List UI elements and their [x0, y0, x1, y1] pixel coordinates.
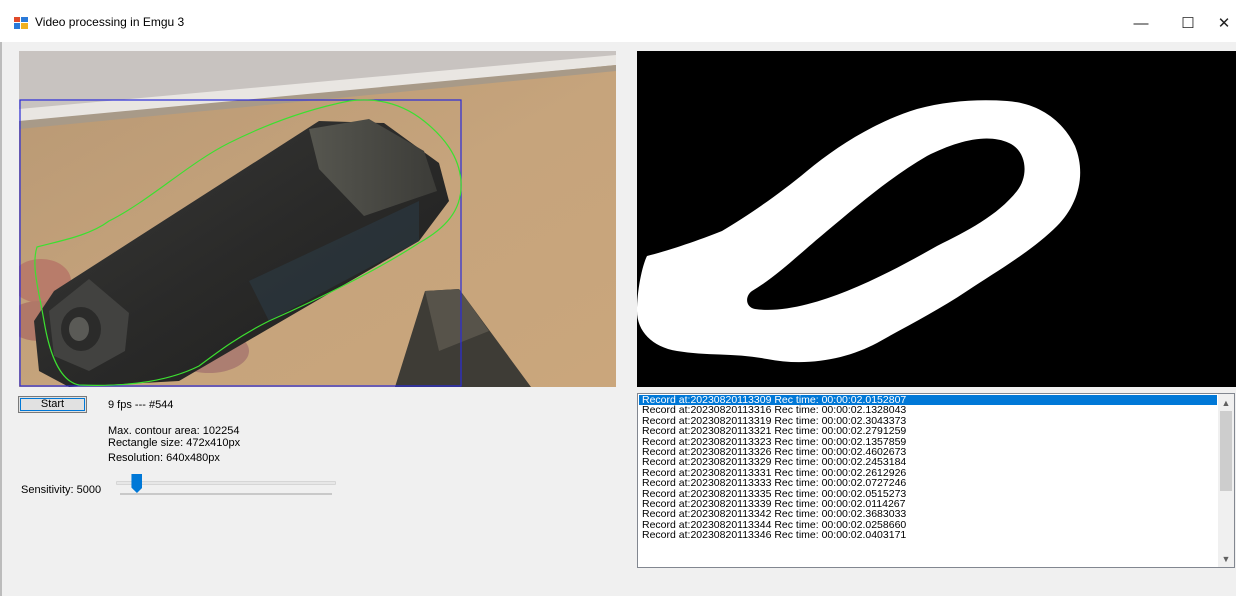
records-list: Record at:20230820113309 Rec time: 00:00… — [639, 395, 1217, 540]
maximize-button[interactable]: ☐ — [1165, 8, 1211, 38]
sensitivity-slider[interactable] — [113, 473, 339, 501]
list-item[interactable]: Record at:20230820113331 Rec time: 00:00… — [639, 468, 1217, 478]
fps-label: 9 fps --- #544 — [108, 399, 174, 411]
list-item[interactable]: Record at:20230820113323 Rec time: 00:00… — [639, 437, 1217, 447]
scrollbar-thumb[interactable] — [1220, 411, 1232, 491]
start-button[interactable]: Start — [18, 396, 87, 413]
slider-thumb[interactable] — [131, 474, 143, 493]
rectangle-size-label: Rectangle size: 472x410px — [108, 437, 241, 449]
list-item[interactable]: Record at:20230820113342 Rec time: 00:00… — [639, 509, 1217, 519]
slider-track — [116, 481, 336, 485]
list-item[interactable]: Record at:20230820113316 Rec time: 00:00… — [639, 405, 1217, 415]
scroll-up-arrow-icon[interactable]: ▲ — [1218, 394, 1234, 411]
close-icon: ✕ — [1217, 15, 1231, 32]
resolution-label: Resolution: 640x480px — [108, 452, 220, 464]
app-window-icon — [14, 17, 28, 29]
records-listbox[interactable]: Record at:20230820113309 Rec time: 00:00… — [637, 393, 1235, 568]
window-left-border — [0, 42, 2, 596]
records-scrollbar[interactable]: ▲ ▼ — [1218, 394, 1234, 567]
close-button[interactable]: ✕ — [1212, 8, 1236, 38]
list-item[interactable]: Record at:20230820113346 Rec time: 00:00… — [639, 530, 1217, 540]
slider-tick-bar — [120, 493, 332, 495]
mask-view — [637, 51, 1236, 387]
list-item[interactable]: Record at:20230820113319 Rec time: 00:00… — [639, 416, 1217, 426]
list-item[interactable]: Record at:20230820113333 Rec time: 00:00… — [639, 478, 1217, 488]
list-item[interactable]: Record at:20230820113335 Rec time: 00:00… — [639, 489, 1217, 499]
list-item[interactable]: Record at:20230820113339 Rec time: 00:00… — [639, 499, 1217, 509]
minimize-icon: — — [1133, 14, 1149, 32]
list-item[interactable]: Record at:20230820113344 Rec time: 00:00… — [639, 520, 1217, 530]
window-title: Video processing in Emgu 3 — [35, 15, 185, 29]
camera-feed-view — [19, 51, 616, 387]
list-item[interactable]: Record at:20230820113321 Rec time: 00:00… — [639, 426, 1217, 436]
minimize-button[interactable]: — — [1118, 8, 1164, 38]
title-bar: Video processing in Emgu 3 — ☐ ✕ — [0, 0, 1236, 42]
list-item[interactable]: Record at:20230820113329 Rec time: 00:00… — [639, 457, 1217, 467]
camera-frame — [19, 51, 616, 387]
sensitivity-label: Sensitivity: 5000 — [21, 484, 102, 496]
list-item[interactable]: Record at:20230820113326 Rec time: 00:00… — [639, 447, 1217, 457]
contour-area-label: Max. contour area: 102254 — [108, 425, 240, 437]
scroll-down-arrow-icon[interactable]: ▼ — [1218, 550, 1234, 567]
list-item[interactable]: Record at:20230820113309 Rec time: 00:00… — [639, 395, 1217, 406]
binary-mask-frame — [637, 51, 1236, 387]
maximize-icon: ☐ — [1181, 15, 1195, 32]
